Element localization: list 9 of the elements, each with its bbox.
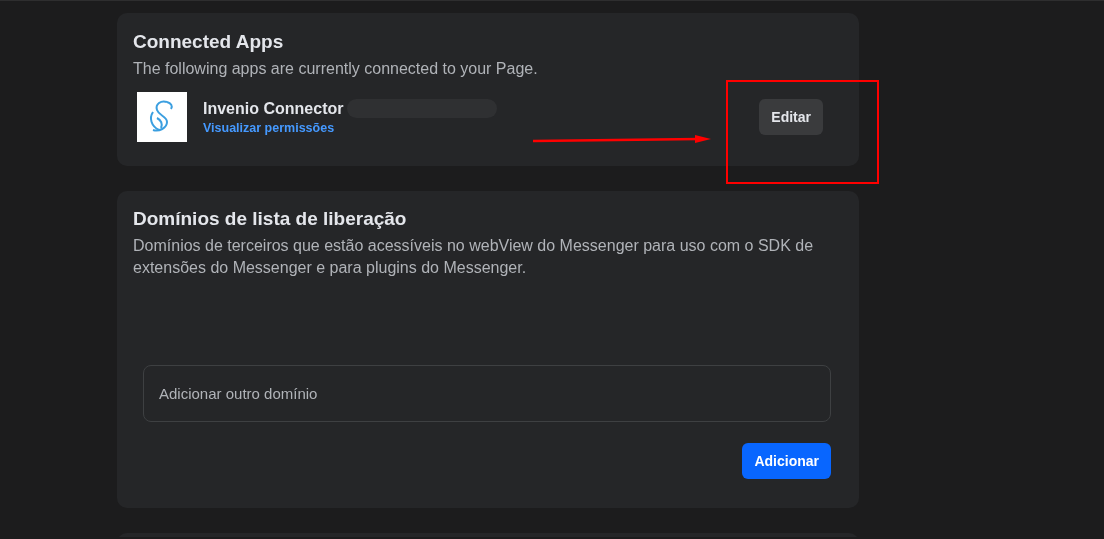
section-title: Connected Apps (133, 30, 285, 54)
domain-input-field[interactable]: Adicionar outro domínio (143, 365, 831, 422)
edit-button[interactable]: Editar (759, 99, 823, 135)
section-title: Domínios de lista de liberação (132, 207, 408, 231)
app-name: Invenio Connector (203, 99, 344, 118)
permissions-link[interactable]: Visualizar permissões (203, 121, 498, 135)
section-description: The following apps are currently connected to your Page. (133, 59, 539, 79)
add-button[interactable]: Adicionar (742, 443, 831, 479)
section-description: Domínios de terceiros que estão acessíveis no webView do Messenger para uso com o SDK de extensões do Messenger e para plugins do Messenger. (132, 236, 815, 278)
